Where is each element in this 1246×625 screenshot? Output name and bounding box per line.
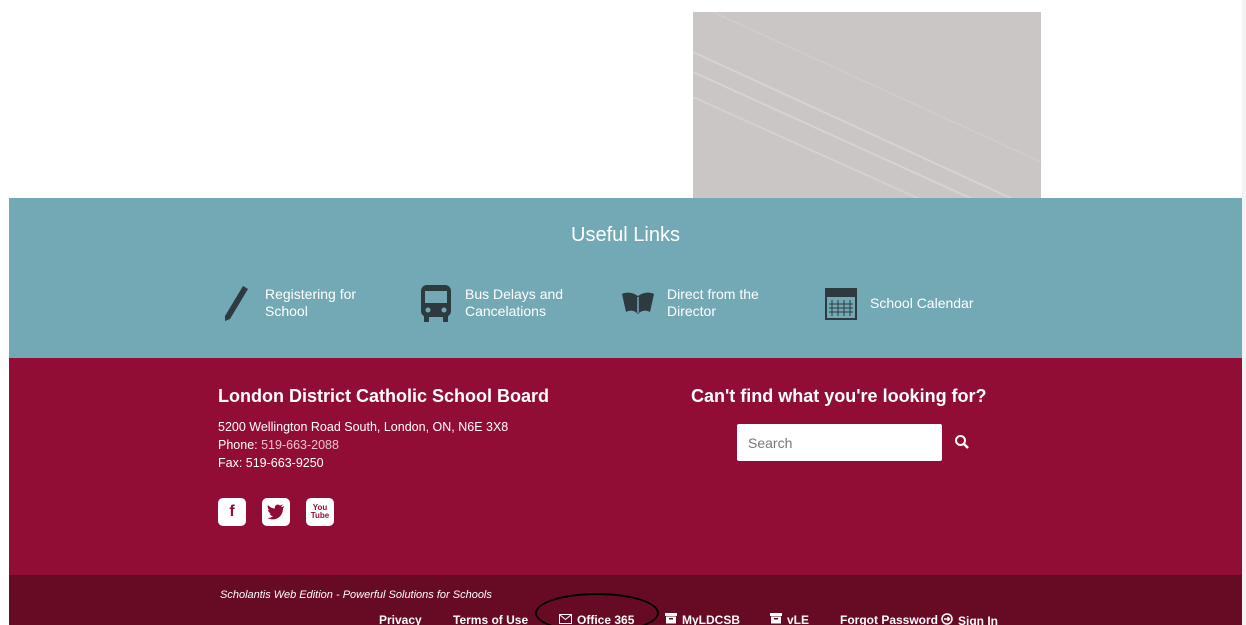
board-name: London District Catholic School Board bbox=[218, 386, 550, 406]
myldcsb-label: MyLDCSB bbox=[682, 613, 741, 625]
powered-by: Scholantis Web Edition - Powerful Soluti… bbox=[220, 589, 492, 601]
link-director[interactable]: Direct from the Director bbox=[619, 282, 787, 324]
search-field[interactable] bbox=[737, 424, 942, 461]
vle-link[interactable]: vLE bbox=[770, 613, 809, 625]
useful-links-section: Useful Links Registering for School Bus … bbox=[9, 198, 1242, 358]
link-label: Direct from the Director bbox=[667, 286, 759, 319]
youtube-icon[interactable]: You Tube bbox=[306, 498, 334, 526]
link-bus-delays[interactable]: Bus Delays and Cancelations bbox=[417, 282, 585, 324]
link-label: Registering for School bbox=[265, 286, 357, 319]
link-label: School Calendar bbox=[870, 294, 974, 311]
board-address: 5200 Wellington Road South, London, ON, … bbox=[218, 420, 509, 434]
open-book-icon bbox=[619, 282, 657, 324]
board-phone: Phone: 519-663-2088 bbox=[218, 436, 508, 454]
board-fax: Fax: 519-663-9250 bbox=[218, 456, 324, 470]
page-scrollbar[interactable] bbox=[1242, 0, 1246, 625]
link-calendar[interactable]: School Calendar bbox=[822, 282, 990, 324]
myldcsb-link[interactable]: MyLDCSB bbox=[665, 613, 740, 625]
archive-icon bbox=[770, 613, 782, 625]
search-input[interactable] bbox=[748, 434, 931, 451]
archive-icon bbox=[665, 613, 677, 625]
twitter-icon[interactable] bbox=[262, 498, 290, 526]
link-registering[interactable]: Registering for School bbox=[217, 282, 385, 324]
facebook-icon[interactable]: f bbox=[218, 498, 246, 526]
sign-in-link[interactable]: Sign In bbox=[941, 613, 998, 625]
phone-link[interactable]: 519-663-2088 bbox=[261, 438, 339, 452]
highlight-annotation-circle bbox=[535, 593, 659, 625]
search-icon[interactable] bbox=[954, 434, 972, 452]
calendar-icon bbox=[822, 282, 860, 324]
vle-label: vLE bbox=[787, 613, 810, 625]
privacy-link[interactable]: Privacy bbox=[379, 613, 422, 625]
board-info-section: London District Catholic School Board 52… bbox=[9, 358, 1242, 575]
bus-icon bbox=[417, 282, 455, 324]
link-label: Bus Delays and Cancelations bbox=[465, 286, 564, 319]
search-heading: Can't find what you're looking for? bbox=[691, 386, 987, 406]
useful-links-title: Useful Links bbox=[571, 224, 680, 246]
sign-in-icon bbox=[941, 613, 953, 625]
pencil-icon bbox=[217, 282, 255, 324]
phone-label: Phone: bbox=[218, 438, 258, 452]
sign-in-label: Sign In bbox=[958, 613, 998, 625]
feature-image bbox=[693, 12, 1041, 198]
terms-link[interactable]: Terms of Use bbox=[453, 613, 528, 625]
board-contact: 5200 Wellington Road South, London, ON, … bbox=[218, 418, 508, 472]
forgot-password-link[interactable]: Forgot Password bbox=[840, 613, 938, 625]
social-links: f You Tube bbox=[218, 498, 334, 526]
site-footer: Scholantis Web Edition - Powerful Soluti… bbox=[9, 575, 1242, 625]
